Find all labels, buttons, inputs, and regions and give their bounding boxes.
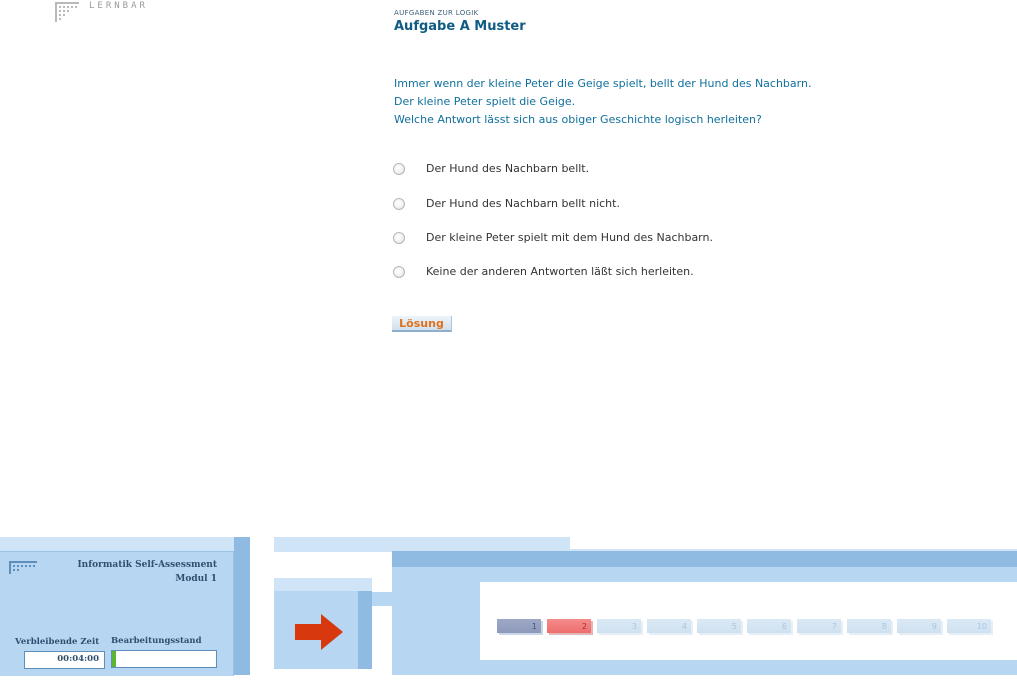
page-button-6[interactable]: 6 [747,619,791,633]
progress-bar [111,650,217,668]
radio-button[interactable] [393,232,405,244]
radio-button[interactable] [393,163,405,175]
radio-button[interactable] [393,266,405,278]
next-block-top [274,578,372,591]
remaining-time: 00:04:00 [24,651,105,669]
assessment-title: Informatik Self-Assessment Modul 1 [60,558,217,586]
prompt-line: Der kleine Peter spielt die Geige. [394,95,576,108]
prompt-line: Immer wenn der kleine Peter die Geige sp… [394,77,812,90]
answer-option-4[interactable]: Keine der anderen Antworten läßt sich he… [393,264,694,280]
page-button-5[interactable]: 5 [697,619,741,633]
time-label: Verbleibende Zeit [15,637,100,647]
page-button-1[interactable]: 1 [497,619,541,633]
right-arrow-icon [295,614,343,650]
small-logo-icon [9,561,37,574]
page-button-9[interactable]: 9 [897,619,941,633]
dot-matrix-logo-icon [55,2,79,22]
time-value: 00:04:00 [57,654,99,664]
page-button-10[interactable]: 10 [947,619,991,633]
solution-button[interactable]: Lösung [392,316,452,332]
nav-bevel-notch [570,537,1017,549]
page-button-2[interactable]: 2 [547,619,591,633]
task-title: Aufgabe A Muster [394,19,526,34]
page-button-8[interactable]: 8 [847,619,891,633]
next-button[interactable] [293,612,345,652]
radio-button[interactable] [393,198,405,210]
page-button-7[interactable]: 7 [797,619,841,633]
answer-option-1[interactable]: Der Hund des Nachbarn bellt. [393,161,589,177]
answer-label: Der Hund des Nachbarn bellt nicht. [426,197,620,210]
prompt-line: Welche Antwort lässt sich aus obiger Ges… [394,113,762,126]
page-button-4[interactable]: 4 [647,619,691,633]
answer-label: Der Hund des Nachbarn bellt. [426,162,590,175]
next-block-connector [372,592,396,606]
answer-option-2[interactable]: Der Hund des Nachbarn bellt nicht. [393,196,620,212]
next-block-side [358,591,372,669]
answer-option-3[interactable]: Der kleine Peter spielt mit dem Hund des… [393,230,713,246]
progress-label: Bearbeitungsstand [111,636,202,646]
panel-bevel-side [234,537,250,675]
panel-bevel-top [0,537,235,552]
answer-label: Keine der anderen Antworten läßt sich he… [426,265,694,278]
assessment-name: Informatik Self-Assessment [77,560,217,570]
logo-wordmark: LERNBAR [89,1,148,11]
nav-bevel-strip [392,551,1017,567]
progress-fill [112,651,117,667]
answer-label: Der kleine Peter spielt mit dem Hund des… [426,231,713,244]
section-kicker: AUFGABEN ZUR LOGIK [394,9,479,17]
page-button-3[interactable]: 3 [597,619,641,633]
module-name: Modul 1 [175,574,217,584]
